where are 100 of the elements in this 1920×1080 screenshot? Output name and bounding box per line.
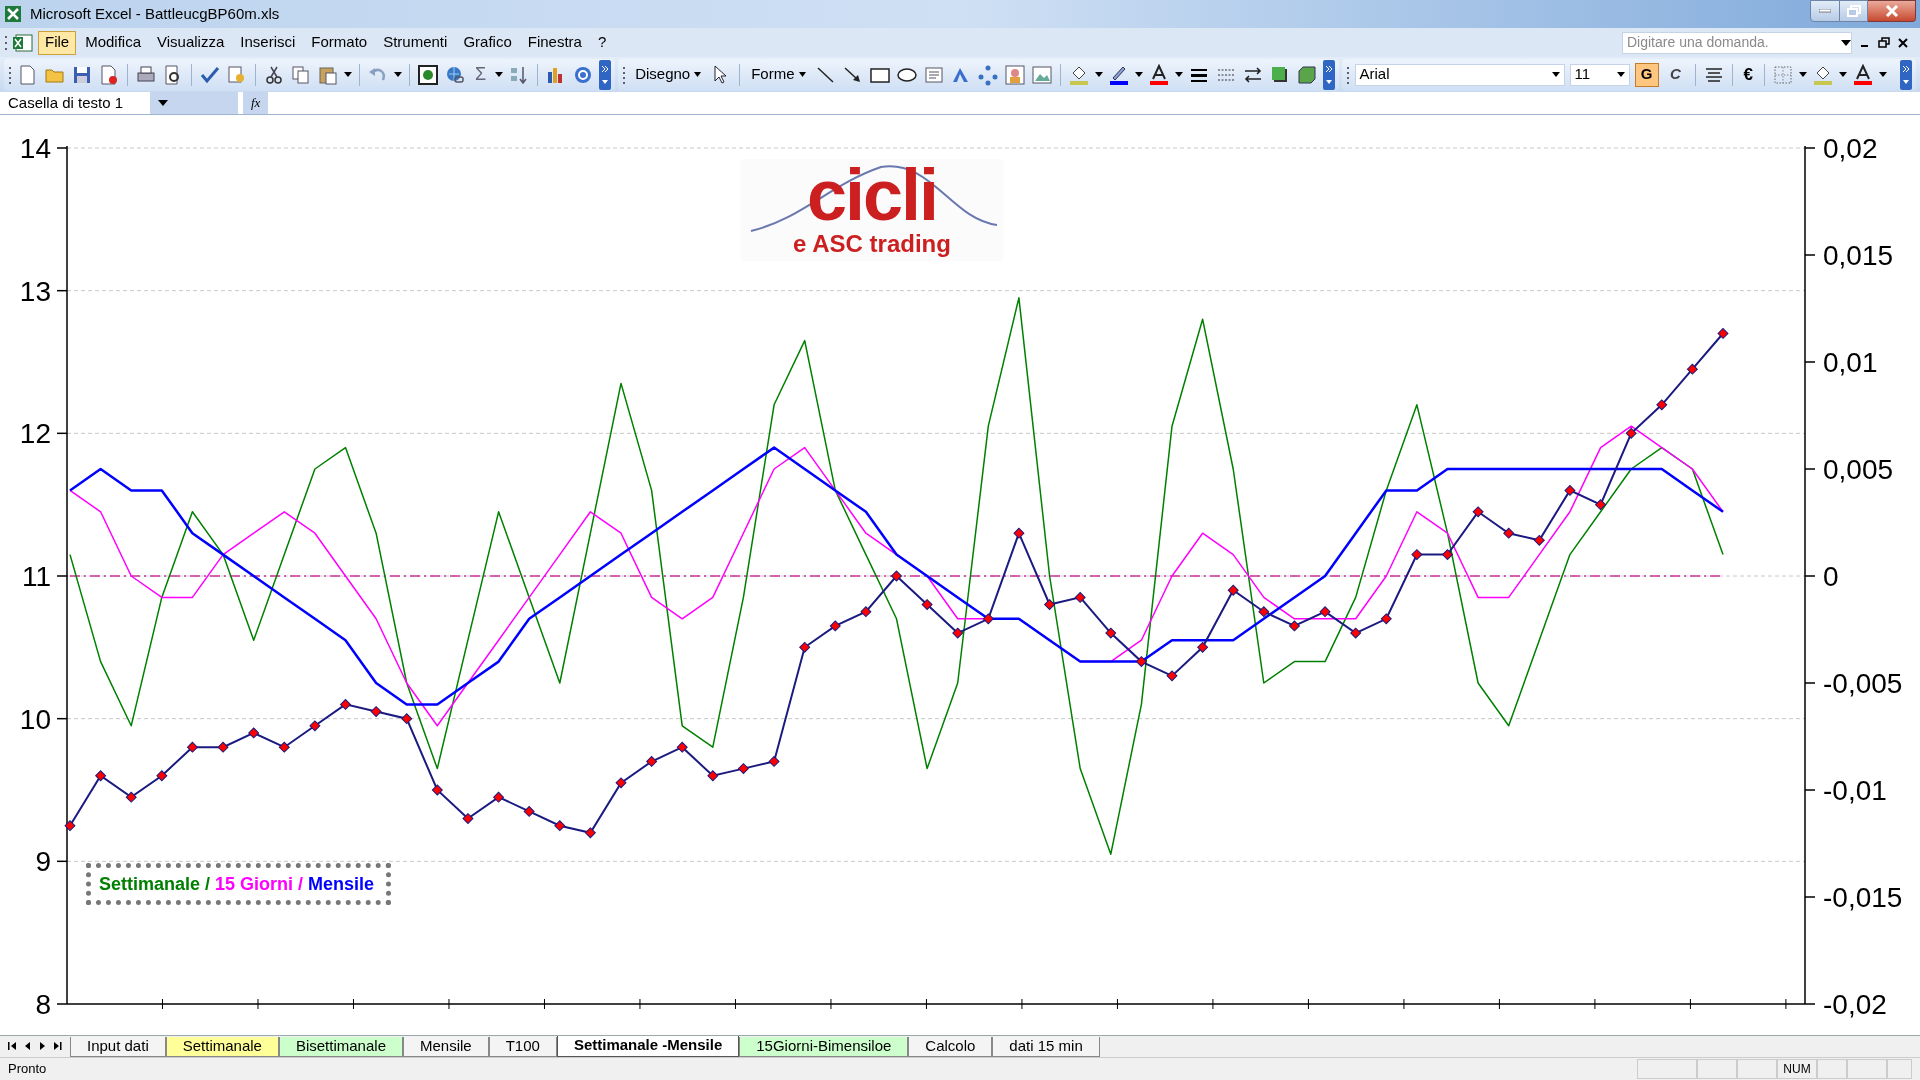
- help-search-field[interactable]: Digitare una domanda.: [1622, 31, 1852, 54]
- copy-icon[interactable]: [290, 63, 312, 86]
- sheet-tab[interactable]: Mensile: [403, 1037, 489, 1057]
- font-name-field[interactable]: Arial: [1354, 63, 1565, 86]
- toolbar-options-icon[interactable]: [1322, 59, 1335, 90]
- menu-item[interactable]: Finestra: [520, 30, 589, 55]
- dropdown-icon[interactable]: [394, 71, 402, 78]
- menu-item[interactable]: Modifica: [78, 30, 149, 55]
- restore-icon: [1846, 5, 1861, 17]
- image-icon[interactable]: [1030, 63, 1053, 86]
- currency-conversion-icon[interactable]: [417, 63, 439, 86]
- italic-button[interactable]: C: [1663, 62, 1688, 87]
- dropdown-icon[interactable]: [1094, 71, 1103, 78]
- insert-function-button[interactable]: fx: [243, 92, 269, 114]
- data-point: [584, 827, 596, 839]
- sheet-tab[interactable]: T100: [488, 1037, 557, 1057]
- sheet-tab[interactable]: Settimanale -Mensile: [556, 1035, 740, 1057]
- currency-button[interactable]: €: [1739, 61, 1757, 88]
- close-icon: [1884, 5, 1899, 17]
- sheet-tab[interactable]: dati 15 min: [992, 1037, 1100, 1057]
- sheet-tab[interactable]: Calcolo: [908, 1037, 993, 1057]
- dropdown-icon: [1551, 71, 1560, 78]
- window-title: Microsoft Excel - BattleucgBP60m.xls: [30, 3, 280, 24]
- dropdown-icon[interactable]: [1174, 71, 1183, 78]
- data-point: [1319, 606, 1331, 618]
- dropdown-icon[interactable]: [495, 71, 504, 78]
- close-icon[interactable]: [1898, 37, 1908, 48]
- axis-label: 12: [19, 418, 51, 450]
- sheet-tab[interactable]: 15Giorni-Bimensiloe: [739, 1037, 909, 1057]
- dropdown-icon[interactable]: [1134, 71, 1143, 78]
- excel-icon: [4, 5, 22, 23]
- data-point: [646, 756, 658, 767]
- permission-icon[interactable]: [98, 63, 120, 86]
- shapes-menu[interactable]: Forme: [747, 61, 810, 88]
- axis-label: 0: [1823, 561, 1839, 592]
- autosum-button[interactable]: Σ: [471, 61, 491, 88]
- data-point: [676, 741, 688, 753]
- legend-text-box[interactable]: Settimanale / 15 Giorni / Mensile: [86, 863, 391, 905]
- sheet-icon[interactable]: [12, 32, 34, 53]
- sheet-tab[interactable]: Settimanale: [165, 1037, 279, 1057]
- dropdown-icon: [694, 72, 702, 77]
- dropdown-icon[interactable]: [344, 71, 352, 78]
- data-point: [1074, 591, 1086, 603]
- next-sheet-icon[interactable]: [38, 1041, 47, 1051]
- diagram-icon[interactable]: [976, 63, 999, 86]
- font-color-icon[interactable]: [1147, 63, 1170, 86]
- dropdown-icon[interactable]: [1799, 71, 1807, 78]
- data-point: [707, 770, 719, 782]
- 3d-style-icon[interactable]: [1295, 63, 1318, 86]
- status-indicator: NUM: [1777, 1059, 1817, 1079]
- data-point: [1533, 534, 1545, 546]
- data-point: [462, 813, 474, 824]
- menu-item[interactable]: Grafico: [456, 30, 519, 55]
- first-sheet-icon[interactable]: [8, 1041, 17, 1051]
- menu-item[interactable]: File: [38, 30, 77, 55]
- axis-label: 0,015: [1823, 240, 1894, 271]
- dropdown-icon[interactable]: [1879, 71, 1887, 78]
- axis-label: 13: [19, 275, 51, 307]
- data-point: [493, 791, 504, 803]
- data-point: [340, 698, 351, 710]
- clip-art-icon[interactable]: [1003, 63, 1026, 86]
- axis-label: 0,02: [1823, 133, 1878, 164]
- sheet-tab[interactable]: Bisettimanale: [278, 1037, 403, 1057]
- previous-sheet-icon[interactable]: [23, 1041, 32, 1051]
- close-button[interactable]: [1868, 0, 1916, 22]
- data-point: [64, 820, 76, 832]
- data-point: [1258, 606, 1270, 618]
- data-point: [1105, 627, 1117, 639]
- data-point: [1013, 527, 1025, 539]
- data-point: [1442, 549, 1453, 561]
- toolbar-options-icon[interactable]: [599, 59, 612, 90]
- data-point: [370, 706, 382, 717]
- menu-item[interactable]: Inserisci: [233, 30, 303, 55]
- bold-button[interactable]: G: [1634, 62, 1659, 87]
- sheet-tab[interactable]: Input dati: [70, 1037, 166, 1057]
- menu-item[interactable]: Strumenti: [376, 30, 455, 55]
- data-point: [1503, 527, 1515, 539]
- draw-menu[interactable]: Disegno: [631, 61, 706, 88]
- font-size-field[interactable]: 11: [1569, 63, 1630, 86]
- data-point: [1227, 584, 1239, 596]
- data-point: [401, 713, 413, 725]
- data-point: [125, 791, 137, 803]
- font-color-icon[interactable]: [1852, 63, 1874, 86]
- data-point: [1411, 549, 1423, 561]
- data-point: [1135, 656, 1147, 668]
- maximize-button[interactable]: [1840, 0, 1868, 22]
- dropdown-icon[interactable]: [1839, 71, 1847, 78]
- data-point: [1686, 363, 1698, 375]
- data-point: [1595, 499, 1606, 511]
- menu-item[interactable]: ?: [590, 30, 614, 55]
- menu-item[interactable]: Visualizza: [150, 30, 232, 55]
- toolbar-grip-icon[interactable]: [4, 33, 8, 52]
- restore-icon[interactable]: [1878, 36, 1890, 49]
- minimize-button[interactable]: [1810, 0, 1840, 22]
- data-point: [799, 641, 811, 653]
- legend-text: Settimanale / 15 Giorni / Mensile: [99, 872, 375, 896]
- toolbar-options-icon[interactable]: [1900, 59, 1912, 90]
- dropdown-icon: [1616, 71, 1625, 78]
- last-sheet-icon[interactable]: [53, 1041, 62, 1051]
- menu-item[interactable]: Formato: [304, 30, 375, 55]
